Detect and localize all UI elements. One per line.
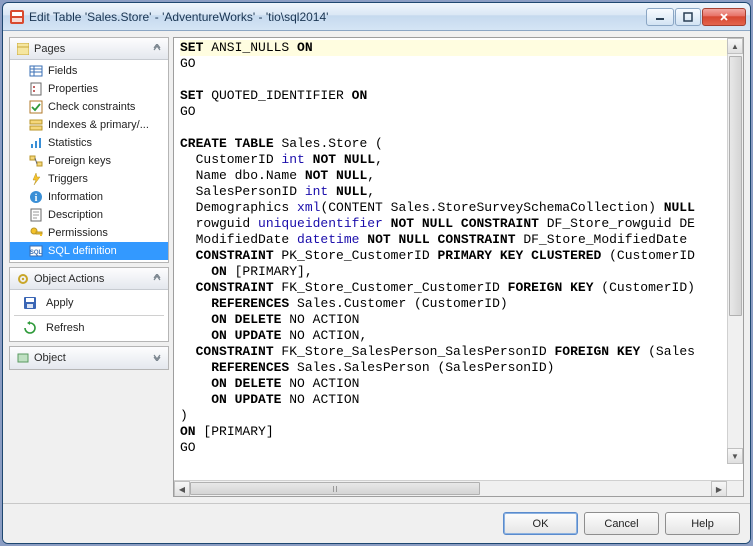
page-item-information[interactable]: i Information (10, 188, 168, 206)
window: Edit Table 'Sales.Store' - 'AdventureWor… (2, 2, 751, 544)
page-item-statistics[interactable]: Statistics (10, 134, 168, 152)
page-item-sql-definition[interactable]: SQL SQL definition (10, 242, 168, 260)
client-area: Pages Fields Properties Check constraints I… (3, 31, 750, 543)
scroll-right-button[interactable]: ▶ (711, 481, 727, 497)
horizontal-scroll-thumb[interactable] (190, 482, 480, 495)
page-item-label: Properties (48, 83, 98, 95)
scroll-up-button[interactable]: ▲ (727, 38, 743, 54)
cancel-button[interactable]: Cancel (584, 512, 659, 535)
action-refresh[interactable]: Refresh (10, 317, 168, 339)
object-actions-body: Apply Refresh (10, 290, 168, 341)
object-actions-header[interactable]: Object Actions (10, 268, 168, 290)
page-item-icon: i (28, 189, 44, 205)
action-refresh-label: Refresh (46, 322, 85, 334)
page-item-icon (28, 135, 44, 151)
chevron-up-icon (152, 43, 162, 55)
page-item-check-constraints[interactable]: Check constraints (10, 98, 168, 116)
page-item-triggers[interactable]: Triggers (10, 170, 168, 188)
page-item-icon (28, 63, 44, 79)
ok-label: OK (533, 518, 549, 530)
page-item-icon (28, 117, 44, 133)
action-apply[interactable]: Apply (10, 292, 168, 314)
pages-body: Fields Properties Check constraints Indexes… (10, 60, 168, 262)
object-header[interactable]: Object (10, 347, 168, 369)
help-label: Help (691, 518, 714, 530)
help-button[interactable]: Help (665, 512, 740, 535)
page-item-icon (28, 99, 44, 115)
ok-button[interactable]: OK (503, 512, 578, 535)
chevron-up-icon (152, 273, 162, 285)
page-item-indexes-primary[interactable]: Indexes & primary/... (10, 116, 168, 134)
thumb-grip-icon (333, 486, 337, 492)
sql-code[interactable]: SET ANSI_NULLS ONGO SET QUOTED_IDENTIFIE… (174, 38, 727, 480)
vertical-scroll-thumb[interactable] (729, 56, 742, 316)
page-item-label: Statistics (48, 137, 92, 149)
object-icon (16, 351, 30, 365)
svg-text:SQL: SQL (30, 250, 43, 256)
page-item-label: Indexes & primary/... (48, 119, 149, 131)
page-item-label: SQL definition (48, 245, 117, 257)
sql-editor: SET ANSI_NULLS ONGO SET QUOTED_IDENTIFIE… (173, 37, 744, 497)
svg-text:i: i (35, 193, 38, 204)
object-actions-title: Object Actions (34, 273, 152, 285)
maximize-button[interactable] (675, 8, 701, 26)
vertical-scrollbar[interactable]: ▲ ▼ (727, 38, 743, 464)
page-item-foreign-keys[interactable]: Foreign keys (10, 152, 168, 170)
page-item-label: Permissions (48, 227, 108, 239)
page-item-permissions[interactable]: Permissions (10, 224, 168, 242)
titlebar: Edit Table 'Sales.Store' - 'AdventureWor… (3, 3, 750, 31)
page-item-icon (28, 153, 44, 169)
scroll-left-button[interactable]: ◀ (174, 481, 190, 497)
pages-panel: Pages Fields Properties Check constraints I… (9, 37, 169, 263)
object-actions-panel: Object Actions Apply Refresh (9, 267, 169, 342)
page-item-properties[interactable]: Properties (10, 80, 168, 98)
refresh-icon (22, 320, 38, 336)
horizontal-scrollbar[interactable]: ◀ ▶ (174, 480, 743, 496)
page-item-icon (28, 81, 44, 97)
pages-header[interactable]: Pages (10, 38, 168, 60)
page-item-label: Triggers (48, 173, 88, 185)
close-button[interactable] (702, 8, 746, 26)
chevron-down-icon (152, 352, 162, 364)
page-item-label: Check constraints (48, 101, 135, 113)
scroll-corner (727, 481, 743, 497)
page-item-label: Information (48, 191, 103, 203)
gear-icon (16, 272, 30, 286)
window-buttons (646, 8, 746, 26)
app-icon (9, 9, 25, 25)
scroll-down-button[interactable]: ▼ (727, 448, 743, 464)
action-apply-label: Apply (46, 297, 74, 309)
pages-icon (16, 42, 30, 56)
window-title: Edit Table 'Sales.Store' - 'AdventureWor… (29, 10, 646, 24)
minimize-button[interactable] (646, 8, 674, 26)
left-panel: Pages Fields Properties Check constraints I… (9, 37, 169, 497)
page-item-icon (28, 225, 44, 241)
page-item-icon (28, 207, 44, 223)
page-item-fields[interactable]: Fields (10, 62, 168, 80)
button-bar: OK Cancel Help (3, 503, 750, 543)
object-title: Object (34, 352, 152, 364)
page-item-label: Foreign keys (48, 155, 111, 167)
separator (14, 315, 164, 316)
save-icon (22, 295, 38, 311)
page-item-label: Description (48, 209, 103, 221)
object-panel: Object (9, 346, 169, 370)
page-item-description[interactable]: Description (10, 206, 168, 224)
pages-title: Pages (34, 43, 152, 55)
page-item-icon (28, 171, 44, 187)
page-item-icon: SQL (28, 243, 44, 259)
cancel-label: Cancel (604, 518, 638, 530)
page-item-label: Fields (48, 65, 77, 77)
